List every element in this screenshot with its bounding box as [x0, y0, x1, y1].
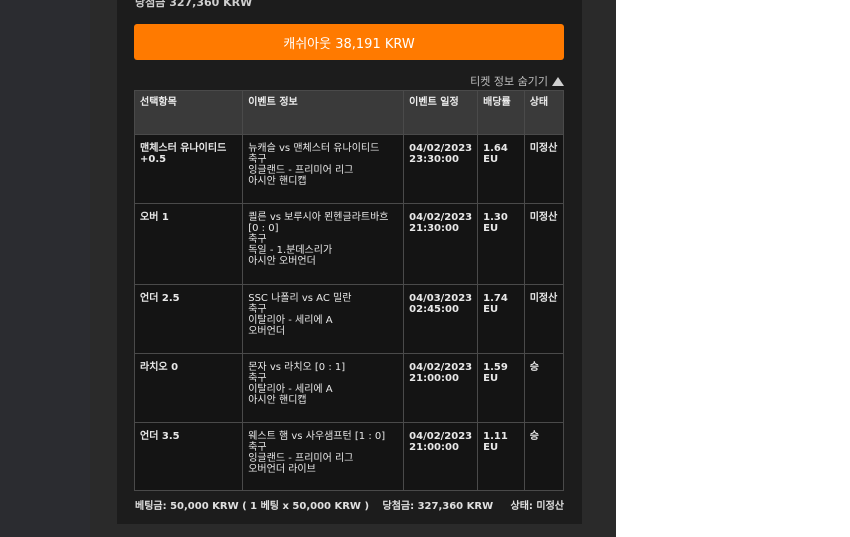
event-cell: 웨스트 햄 vs 사우샘프턴 [1 : 0] 축구 잉글랜드 - 프리미어 리그… [242, 422, 405, 491]
date-cell: 04/02/2023 21:00:00 [403, 422, 479, 491]
event-cell: 몬자 vs 라치오 [0 : 1] 축구 이탈리아 - 세리에 A 아시안 핸디… [242, 353, 405, 423]
status-cell: 미정산 [523, 203, 565, 285]
hide-ticket-info-toggle[interactable]: 티켓 정보 숨기기 [470, 73, 564, 89]
event-sport: 축구 [248, 234, 267, 245]
table-row: 언더 2.5 SSC 나폴리 vs AC 밀란 축구 이탈리아 - 세리에 A … [133, 284, 565, 354]
selection-cell: 오버 1 [133, 203, 244, 285]
event-match: 쾰른 vs 보루시아 묀헨글라트바흐 [0 : 0] [248, 212, 389, 234]
status-cell: 미정산 [523, 134, 565, 204]
event-sport: 축구 [248, 442, 267, 453]
event-market: 아시안 핸디캡 [248, 176, 307, 187]
event-league: 독일 - 1.분데스리가 [248, 245, 333, 256]
selection-cell: 언더 3.5 [133, 422, 244, 491]
event-market: 아시안 오버언더 [248, 256, 316, 267]
event-cell: 뉴캐슬 vs 맨체스터 유나이티드 축구 잉글랜드 - 프리미어 리그 아시안 … [242, 134, 405, 204]
event-match: 뉴캐슬 vs 맨체스터 유나이티드 [248, 143, 380, 154]
ticket-status-text: 상태: 미정산 [510, 501, 564, 512]
table-row: 맨체스터 유나이티드 +0.5 뉴캐슬 vs 맨체스터 유나이티드 축구 잉글랜… [133, 134, 565, 204]
event-cell: SSC 나폴리 vs AC 밀란 축구 이탈리아 - 세리에 A 오버언더 [242, 284, 405, 354]
date-cell: 04/02/2023 23:30:00 [403, 134, 479, 204]
ticket-table: 선택항목 이벤트 정보 이벤트 일정 배당률 상태 맨체스터 유나이티드 +0.… [133, 90, 565, 491]
column-header-date: 이벤트 일정 [403, 90, 479, 135]
event-market: 오버언더 라이브 [248, 464, 316, 475]
odds-cell: 1.30 EU [477, 203, 525, 285]
odds-cell: 1.59 EU [477, 353, 525, 423]
event-league: 잉글랜드 - 프리미어 리그 [248, 453, 354, 464]
event-match: SSC 나폴리 vs AC 밀란 [248, 293, 352, 304]
caret-up-icon [552, 76, 564, 86]
status-cell: 미정산 [523, 284, 565, 354]
event-league: 이탈리아 - 세리에 A [248, 315, 333, 326]
odds-cell: 1.11 EU [477, 422, 525, 491]
event-sport: 축구 [248, 304, 267, 315]
table-row: 언더 3.5 웨스트 햄 vs 사우샘프턴 [1 : 0] 축구 잉글랜드 - … [133, 422, 565, 491]
toggle-label: 티켓 정보 숨기기 [470, 75, 548, 88]
table-row: 오버 1 쾰른 vs 보루시아 묀헨글라트바흐 [0 : 0] 축구 독일 - … [133, 203, 565, 285]
column-header-event: 이벤트 정보 [242, 90, 405, 135]
event-league: 이탈리아 - 세리에 A [248, 384, 333, 395]
left-background [0, 0, 90, 537]
table-row: 라치오 0 몬자 vs 라치오 [0 : 1] 축구 이탈리아 - 세리에 A … [133, 353, 565, 423]
status-cell: 승 [523, 422, 565, 491]
column-header-selection: 선택항목 [133, 90, 244, 135]
event-match: 몬자 vs 라치오 [0 : 1] [248, 362, 346, 373]
bet-amount-text: 베팅금: 50,000 KRW ( 1 베팅 x 50,000 KRW ) [135, 501, 370, 512]
odds-cell: 1.64 EU [477, 134, 525, 204]
column-header-odds: 배당률 [477, 90, 525, 135]
event-match: 웨스트 햄 vs 사우샘프턴 [1 : 0] [248, 431, 386, 442]
event-sport: 축구 [248, 154, 267, 165]
event-market: 아시안 핸디캡 [248, 395, 307, 406]
table-header-row: 선택항목 이벤트 정보 이벤트 일정 배당률 상태 [133, 90, 565, 135]
date-cell: 04/02/2023 21:00:00 [403, 353, 479, 423]
event-cell: 쾰른 vs 보루시아 묀헨글라트바흐 [0 : 0] 축구 독일 - 1.분데스… [242, 203, 405, 285]
status-cell: 승 [523, 353, 565, 423]
top-winnings-text: 당첨금 327,360 KRW [135, 0, 253, 9]
footer-left: 베팅금: 50,000 KRW ( 1 베팅 x 50,000 KRW ) 당첨… [135, 497, 503, 512]
selection-cell: 언더 2.5 [133, 284, 244, 354]
selection-cell: 라치오 0 [133, 353, 244, 423]
column-header-status: 상태 [523, 90, 565, 135]
event-league: 잉글랜드 - 프리미어 리그 [248, 165, 354, 176]
ticket-footer: 베팅금: 50,000 KRW ( 1 베팅 x 50,000 KRW ) 당첨… [135, 497, 564, 512]
odds-cell: 1.74 EU [477, 284, 525, 354]
event-sport: 축구 [248, 373, 267, 384]
event-market: 오버언더 [248, 326, 286, 337]
selection-cell: 맨체스터 유나이티드 +0.5 [133, 134, 244, 204]
date-cell: 04/03/2023 02:45:00 [403, 284, 479, 354]
date-cell: 04/02/2023 21:30:00 [403, 203, 479, 285]
win-amount-text: 당첨금: 327,360 KRW [382, 501, 494, 512]
cashout-button[interactable]: 캐쉬아웃 38,191 KRW [134, 24, 564, 60]
